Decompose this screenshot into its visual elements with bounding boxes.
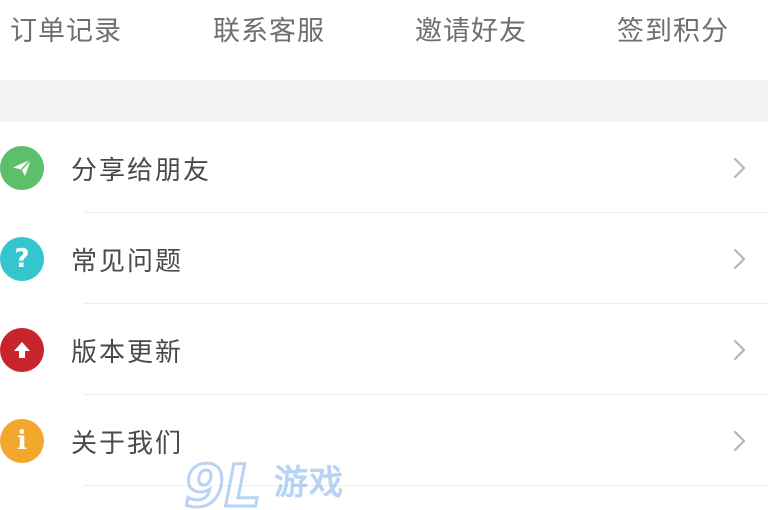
menu-item-faq[interactable]: ? 常见问题 xyxy=(0,213,768,304)
settings-page: 订单记录 联系客服 邀请好友 签到积分 分享给朋友 ? 常见问题 版本更新 i … xyxy=(0,0,768,510)
menu-list: 分享给朋友 ? 常见问题 版本更新 i 关于我们 xyxy=(0,122,768,486)
chevron-right-icon xyxy=(733,430,746,452)
menu-item-label: 关于我们 xyxy=(71,428,184,459)
arrow-up-icon xyxy=(0,328,44,372)
chevron-right-icon xyxy=(733,157,746,179)
menu-item-label: 版本更新 xyxy=(71,337,184,368)
watermark-number: 9L xyxy=(184,452,261,510)
menu-item-label: 分享给朋友 xyxy=(71,155,212,186)
contact-support-link[interactable]: 联系客服 xyxy=(213,8,325,48)
site-watermark: 9L 游戏 xyxy=(182,452,344,510)
checkin-points-link[interactable]: 签到积分 xyxy=(617,8,729,48)
menu-item-version-update[interactable]: 版本更新 xyxy=(0,304,768,395)
menu-item-label: 常见问题 xyxy=(71,246,184,277)
chevron-right-icon xyxy=(733,248,746,270)
watermark-logo-icon: 9L xyxy=(183,452,263,510)
info-glyph: i xyxy=(17,426,27,456)
info-icon: i xyxy=(0,419,44,463)
quick-action-bar: 订单记录 联系客服 邀请好友 签到积分 xyxy=(0,0,768,80)
menu-item-about-us[interactable]: i 关于我们 xyxy=(0,395,768,486)
question-icon: ? xyxy=(0,237,44,281)
watermark-text: 游戏 xyxy=(274,463,344,503)
paper-plane-icon xyxy=(0,146,44,190)
menu-item-share[interactable]: 分享给朋友 xyxy=(0,122,768,213)
section-separator xyxy=(0,80,768,122)
invite-friends-link[interactable]: 邀请好友 xyxy=(415,8,527,48)
chevron-right-icon xyxy=(733,339,746,361)
question-glyph: ? xyxy=(14,244,30,274)
order-records-link[interactable]: 订单记录 xyxy=(10,8,122,48)
